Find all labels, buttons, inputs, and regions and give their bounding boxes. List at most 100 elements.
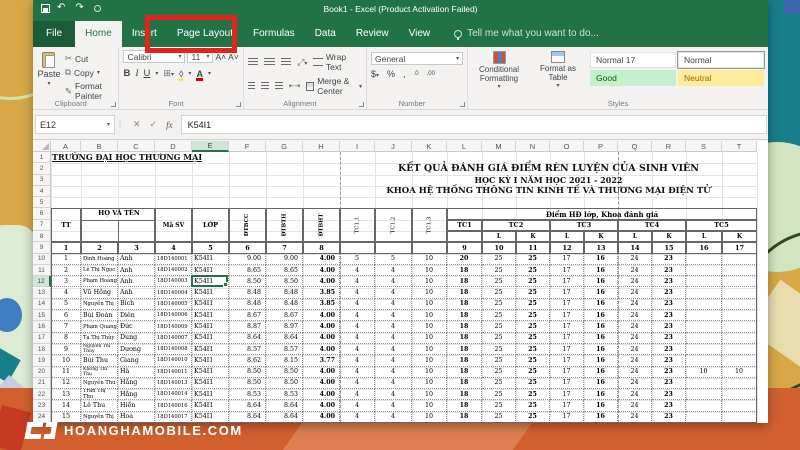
shrink-font-button[interactable]: A˅ — [228, 52, 239, 62]
cell-D16[interactable]: 18D140009 — [155, 321, 192, 333]
indent-icons[interactable]: ⇤⇥ — [289, 82, 301, 90]
cell-N14[interactable]: 25 — [516, 298, 550, 311]
cell-N22[interactable]: 25 — [516, 389, 550, 401]
cell-M12[interactable]: 25 — [482, 276, 516, 288]
cell-N17[interactable]: 25 — [516, 332, 550, 344]
cell-E21[interactable]: K54I1 — [192, 377, 229, 390]
cell-H19[interactable]: 3.77 — [303, 355, 340, 367]
cell-E23[interactable]: K54I1 — [192, 400, 229, 412]
header-col-number[interactable]: 15 — [652, 242, 686, 254]
cell-B21[interactable]: Nguyễn Thu — [81, 377, 118, 390]
underline-button[interactable]: U — [144, 68, 151, 79]
column-header-T[interactable]: T — [722, 141, 757, 152]
name-box-splitter[interactable]: ⁞ — [115, 120, 125, 129]
cell-T14[interactable] — [722, 298, 757, 311]
paste-button[interactable]: Paste ▾ — [37, 50, 61, 101]
column-header-A[interactable]: A — [51, 141, 81, 152]
cell-H18[interactable]: 4.00 — [303, 343, 340, 356]
row-header-6[interactable]: 6 — [33, 208, 51, 220]
column-header-M[interactable]: M — [482, 141, 516, 152]
column-header-K[interactable]: K — [412, 141, 447, 152]
cell-P16[interactable]: 16 — [584, 321, 618, 333]
cell-C10[interactable]: Anh — [118, 253, 155, 265]
cell-L23[interactable]: 18 — [447, 400, 482, 412]
cell-O23[interactable]: 17 — [550, 400, 584, 412]
cell-Q14[interactable]: 24 — [618, 298, 652, 311]
cell-A11[interactable]: 2 — [51, 264, 81, 277]
cell-A18[interactable]: 9 — [51, 343, 81, 356]
cell-B15[interactable]: Bùi Đoàn — [81, 310, 118, 322]
cell-G19[interactable]: 8.15 — [266, 355, 303, 367]
cell-K12[interactable]: 10 — [412, 276, 447, 288]
cell-I11[interactable]: 4 — [340, 264, 375, 277]
cell-M10[interactable]: 25 — [482, 253, 516, 265]
cell-D20[interactable]: 18D140011 — [155, 366, 192, 378]
cell-style-normal[interactable]: Normal — [677, 51, 765, 69]
cell-H16[interactable]: 4.00 — [303, 321, 340, 333]
cell-D17[interactable]: 18D140007 — [155, 332, 192, 344]
cell-L14[interactable]: 18 — [447, 298, 482, 311]
cell-D19[interactable]: 18D140010 — [155, 355, 192, 367]
cell-J23[interactable]: 4 — [375, 400, 412, 412]
cell-J22[interactable]: 4 — [375, 389, 412, 401]
cell-D23[interactable]: 18D140016 — [155, 400, 192, 412]
cell-C21[interactable]: Hằng — [118, 377, 155, 390]
cell-B23[interactable]: Lê Thu — [81, 400, 118, 412]
cell-D21[interactable]: 18D140013 — [155, 377, 192, 390]
cell-G18[interactable]: 8.57 — [266, 343, 303, 356]
cell-O12[interactable]: 17 — [550, 276, 584, 288]
cell-C20[interactable]: Hà — [118, 366, 155, 378]
cell-R22[interactable]: 23 — [652, 389, 686, 401]
row-header-18[interactable]: 18 — [33, 343, 51, 356]
cell-M15[interactable]: 25 — [482, 310, 516, 322]
cell-F23[interactable]: 8.64 — [229, 400, 266, 412]
cell-J18[interactable]: 4 — [375, 343, 412, 356]
header-col-number[interactable]: 16 — [686, 242, 722, 254]
cell-N21[interactable]: 25 — [516, 377, 550, 390]
align-right-icon[interactable] — [275, 82, 283, 90]
cell-Q18[interactable]: 24 — [618, 343, 652, 356]
cell-G22[interactable]: 8.53 — [266, 389, 303, 401]
header-vertical-TC1.1[interactable]: TC1.1 — [340, 208, 375, 243]
cell-H15[interactable]: 4.00 — [303, 310, 340, 322]
cell-R19[interactable]: 23 — [652, 355, 686, 367]
cell-N10[interactable]: 25 — [516, 253, 550, 265]
cell-E19[interactable]: K54I1 — [192, 355, 229, 367]
cell-S16[interactable] — [686, 321, 722, 333]
cell-R12[interactable]: 23 — [652, 276, 686, 288]
cell-I22[interactable]: 4 — [340, 389, 375, 401]
cell-P14[interactable]: 16 — [584, 298, 618, 311]
cell-L20[interactable]: 18 — [447, 366, 482, 378]
cell-S11[interactable] — [686, 264, 722, 277]
header-col-number[interactable]: 14 — [618, 242, 652, 254]
cell-T17[interactable] — [722, 332, 757, 344]
cell-G14[interactable]: 8.48 — [266, 298, 303, 311]
cell-P17[interactable]: 16 — [584, 332, 618, 344]
cell-E17[interactable]: K54I1 — [192, 332, 229, 344]
cell-D14[interactable]: 18D140005 — [155, 298, 192, 311]
cell-N11[interactable]: 25 — [516, 264, 550, 277]
cell-B18[interactable]: Nguyễn Thị Thùy — [81, 343, 118, 356]
cell-T16[interactable] — [722, 321, 757, 333]
cell-Q20[interactable]: 24 — [618, 366, 652, 378]
cell-D22[interactable]: 18D140014 — [155, 389, 192, 401]
column-header-N[interactable]: N — [516, 141, 550, 152]
cell-I19[interactable]: 4 — [340, 355, 375, 367]
italic-button[interactable]: I — [135, 69, 138, 79]
cell-F11[interactable]: 8.65 — [229, 264, 266, 277]
cell-G20[interactable]: 8.50 — [266, 366, 303, 378]
header-tc4[interactable]: TC4 — [618, 219, 686, 232]
row-header-12[interactable]: 12 — [33, 276, 51, 288]
header-tt[interactable]: TT — [51, 208, 81, 243]
cell-D15[interactable]: 18D140006 — [155, 310, 192, 322]
row-header-21[interactable]: 21 — [33, 377, 51, 390]
cell-S18[interactable] — [686, 343, 722, 356]
cell-T20[interactable]: 10 — [722, 366, 757, 378]
column-header-C[interactable]: C — [118, 141, 155, 152]
cell-T11[interactable] — [722, 264, 757, 277]
align-center-icon[interactable] — [261, 82, 270, 90]
tab-data[interactable]: Data — [305, 21, 346, 47]
merge-center-button[interactable]: Merge & Center ▾ — [306, 76, 362, 96]
header-group-title[interactable]: Điểm HĐ lớp, Khoa đánh giá — [447, 208, 757, 220]
cell-Q10[interactable]: 24 — [618, 253, 652, 265]
